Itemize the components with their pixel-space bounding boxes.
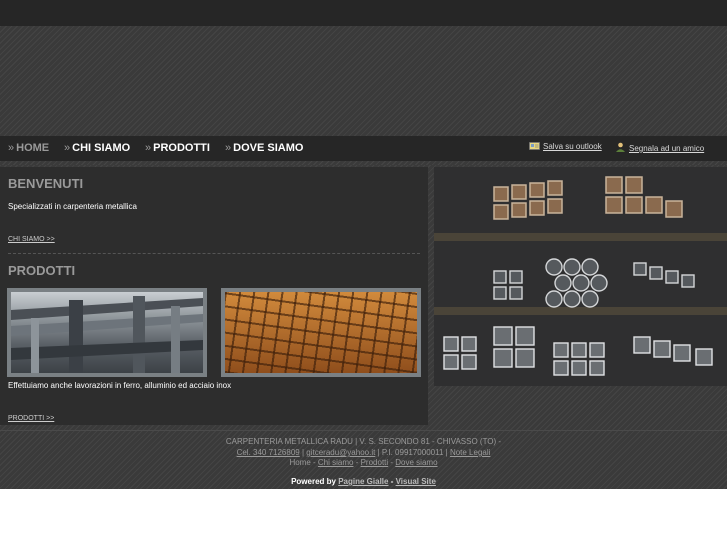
- outlook-card-icon: [529, 142, 540, 150]
- footer-link-home[interactable]: Home: [289, 458, 310, 467]
- hero-image-steel-stock: [434, 167, 727, 386]
- footer-link-dove-siamo[interactable]: Dove siamo: [395, 458, 437, 467]
- product-image-rebar-mesh[interactable]: [221, 288, 421, 377]
- legal-notes-link[interactable]: Note Legali: [450, 448, 490, 457]
- footer-contacts: Cel. 340 7126809 | gitceradu@yahoo.it | …: [236, 448, 491, 457]
- welcome-title: BENVENUTI: [8, 176, 84, 191]
- main-nav: » HOME » CHI SIAMO » PRODOTTI » DOVE SIAMO S…: [0, 136, 727, 161]
- tell-friend-link[interactable]: Segnala ad un amico: [615, 142, 704, 153]
- pagine-gialle-link[interactable]: Pagine Gialle: [338, 477, 388, 486]
- footer-nav: Home - Chi siamo - Prodotti - Dove siamo: [289, 458, 438, 467]
- nav-item-prodotti[interactable]: » PRODOTTI: [145, 142, 210, 154]
- products-title: PRODOTTI: [8, 263, 76, 278]
- header-banner: [0, 26, 727, 136]
- nav-item-chi-siamo[interactable]: » CHI SIAMO: [64, 142, 130, 154]
- footer-company: CARPENTERIA METALLICA RADU | V. S. SECON…: [225, 437, 502, 446]
- chevron-icon: »: [64, 142, 71, 154]
- save-outlook-link[interactable]: Salva su outlook: [529, 142, 602, 151]
- phone-link[interactable]: Cel. 340 7126809: [237, 448, 300, 457]
- chi-siamo-more-link[interactable]: CHI SIAMO >>: [8, 236, 55, 243]
- powered-by: Powered by Pagine Gialle - Visual Site: [291, 477, 436, 486]
- visual-site-link[interactable]: Visual Site: [396, 477, 436, 486]
- chevron-icon: »: [145, 142, 152, 154]
- nav-item-dove-siamo[interactable]: » DOVE SIAMO: [225, 142, 303, 154]
- user-icon: [616, 142, 625, 152]
- product-image-steel-frame[interactable]: [7, 288, 207, 377]
- section-divider: [8, 253, 420, 254]
- steel-frame-illustration: [11, 296, 203, 373]
- products-text: Effettuiamo anche lavorazioni in ferro, …: [8, 381, 232, 390]
- chevron-icon: »: [225, 142, 232, 154]
- email-link[interactable]: gitceradu@yahoo.it: [306, 448, 375, 457]
- footer-link-chi-siamo[interactable]: Chi siamo: [318, 458, 354, 467]
- prodotti-more-link[interactable]: PRODOTTI >>: [8, 415, 54, 422]
- steel-stock-illustration: [434, 167, 727, 386]
- top-bar: [0, 0, 727, 26]
- nav-item-home[interactable]: » HOME: [8, 142, 49, 154]
- vat-number: P.I. 09917000011: [381, 448, 444, 457]
- welcome-text: Specializzati in carpenteria metallica: [8, 202, 137, 211]
- footer: CARPENTERIA METALLICA RADU | V. S. SECON…: [0, 430, 727, 489]
- footer-link-prodotti[interactable]: Prodotti: [361, 458, 389, 467]
- chevron-icon: »: [8, 142, 15, 154]
